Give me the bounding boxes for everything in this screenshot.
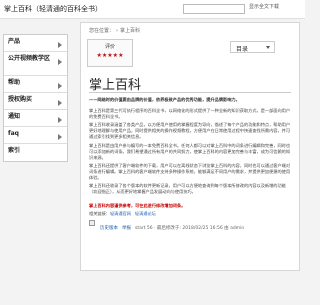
paragraph: 掌上百科还收录了各个版本的软件更新记录，用户可以方便地查询到每个版本所修改的内容…	[89, 183, 286, 194]
top-bar: 掌上百科（轻清通的百科全书） 显示全文下载	[0, 0, 305, 19]
breadcrumb: 您在位置： › 掌上百科	[89, 27, 140, 34]
paragraph: 掌上百科收录涵盖了各类产品，以方便用户使用的掌握程度为导向，描述了每个产品的功能…	[89, 122, 291, 139]
paragraph: 掌上百科还提供了客户端软件的下载，用户可以在离线状态下浏览掌上百科的内容，同时也…	[89, 163, 291, 180]
rating-widget[interactable]: 评价 ★★★★★	[87, 39, 133, 67]
sidebar-item-label: 公开视频教学区	[8, 55, 51, 62]
sidebar-item-label: faq	[8, 130, 19, 137]
image-placeholder-icon[interactable]	[89, 220, 95, 226]
page-meta: start 56 · 最后修改于: 2018/02/25 16:56 由 adm…	[135, 226, 245, 231]
sidebar-item-label: 产品	[8, 38, 21, 45]
related-links-label: 相关链接：	[89, 211, 110, 216]
link-official-site[interactable]: 轻清通官网	[110, 211, 131, 216]
chevron-right-icon	[58, 42, 62, 48]
history-link[interactable]: 历史版本	[100, 226, 118, 231]
chevron-right-icon	[58, 134, 62, 140]
breadcrumb-prefix: 您在位置：	[89, 28, 115, 34]
search-input[interactable]	[183, 4, 245, 14]
site-title[interactable]: 掌上百科（轻清通的百科全书）	[4, 4, 102, 14]
sidebar-item-label: 帮助	[8, 79, 21, 86]
page-footer: 历史版本 举报 start 56 · 最后修改于: 2018/02/25 16:56…	[100, 225, 244, 231]
sidebar-item-products[interactable]: 产品	[4, 35, 67, 52]
chevron-right-icon	[58, 59, 62, 65]
related-links: 相关链接：轻清通官网 轻清通论坛	[89, 211, 160, 217]
notice-text: 掌上百科内容谨供参考，可在此进行修改增加词条。	[89, 203, 186, 208]
chevron-right-icon	[58, 83, 62, 89]
rating-label: 评价	[104, 44, 115, 50]
toc-dropdown[interactable]: 目录	[230, 41, 275, 53]
article-panel: 您在位置： › 掌上百科 评价 ★★★★★ 目录 掌上百科 ——网络时的价值要由品牌…	[80, 22, 300, 271]
divider	[89, 92, 291, 93]
sidebar-item-index[interactable]: 索引	[4, 144, 67, 161]
sidebar-item-video-tutorials[interactable]: 公开视频教学区	[4, 52, 67, 76]
sidebar-item-label: 索引	[8, 147, 21, 154]
chevron-down-icon	[266, 46, 270, 49]
toc-label: 目录	[236, 46, 249, 53]
report-link[interactable]: 举报	[122, 226, 131, 231]
paragraph: 掌上百科是第三代可执行程序的百科全书，以网络化的形式提供了一种全新的知识获取方式…	[89, 108, 291, 119]
sidebar-item-license[interactable]: 授权购买	[4, 93, 67, 110]
sidebar-item-help[interactable]: 帮助	[4, 76, 67, 93]
paragraph: 掌上百科是由用户参与编写的一本免费百科全书。任何人都可以对掌上百科中的词条进行编…	[89, 143, 291, 160]
page-title: 掌上百科	[89, 78, 142, 93]
link-forum[interactable]: 轻清通论坛	[135, 211, 156, 216]
sidebar-item-notices[interactable]: 通知	[4, 110, 67, 127]
sidebar-item-label: 通知	[8, 113, 21, 120]
lead-paragraph: ——网络时的价值要由品牌的价值，依养极致产品的优秀功能，提升品牌影响力。	[89, 97, 240, 102]
sidebar-item-faq[interactable]: faq	[4, 127, 67, 144]
breadcrumb-separator: ›	[116, 28, 119, 34]
search-button[interactable]: 显示全文下载	[249, 3, 279, 10]
chevron-right-icon	[58, 117, 62, 123]
chevron-right-icon	[58, 100, 62, 106]
sidebar-nav: 产品 公开视频教学区 帮助 授权购买 通知 faq 索引	[3, 34, 68, 162]
rating-stars[interactable]: ★★★★★	[88, 52, 132, 59]
breadcrumb-current[interactable]: 掌上百科	[120, 28, 140, 34]
sidebar-item-label: 授权购买	[8, 96, 33, 103]
